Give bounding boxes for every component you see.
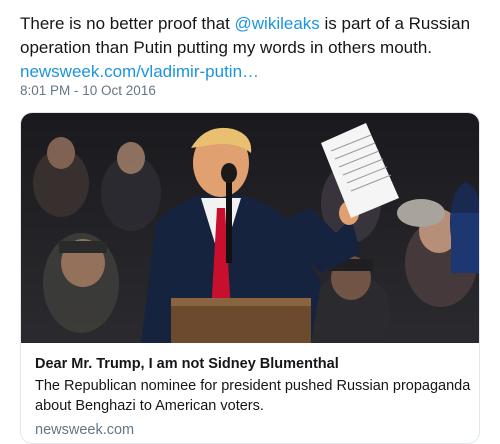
- card-domain: newsweek.com: [35, 422, 135, 438]
- card-body[interactable]: Dear Mr. Trump, I am not Sidney Blumenth…: [21, 343, 479, 439]
- article-link[interactable]: newsweek.com/vladimir-putin…: [20, 62, 259, 81]
- tweet-text: There is no better proof that @wikileaks…: [20, 12, 485, 84]
- card-description: The Republican nominee for president pus…: [35, 378, 471, 414]
- mention-link[interactable]: @wikileaks: [235, 14, 320, 33]
- card-image[interactable]: [21, 113, 479, 343]
- tweet: There is no better proof that @wikileaks…: [0, 0, 500, 444]
- link-card[interactable]: Dear Mr. Trump, I am not Sidney Blumenth…: [20, 112, 480, 444]
- tweet-timestamp[interactable]: 8:01 PM - 10 Oct 2016: [20, 83, 156, 98]
- podium: [171, 298, 311, 343]
- card-title[interactable]: Dear Mr. Trump, I am not Sidney Blumenth…: [35, 355, 465, 373]
- tweet-text-prefix: There is no better proof that: [20, 14, 235, 33]
